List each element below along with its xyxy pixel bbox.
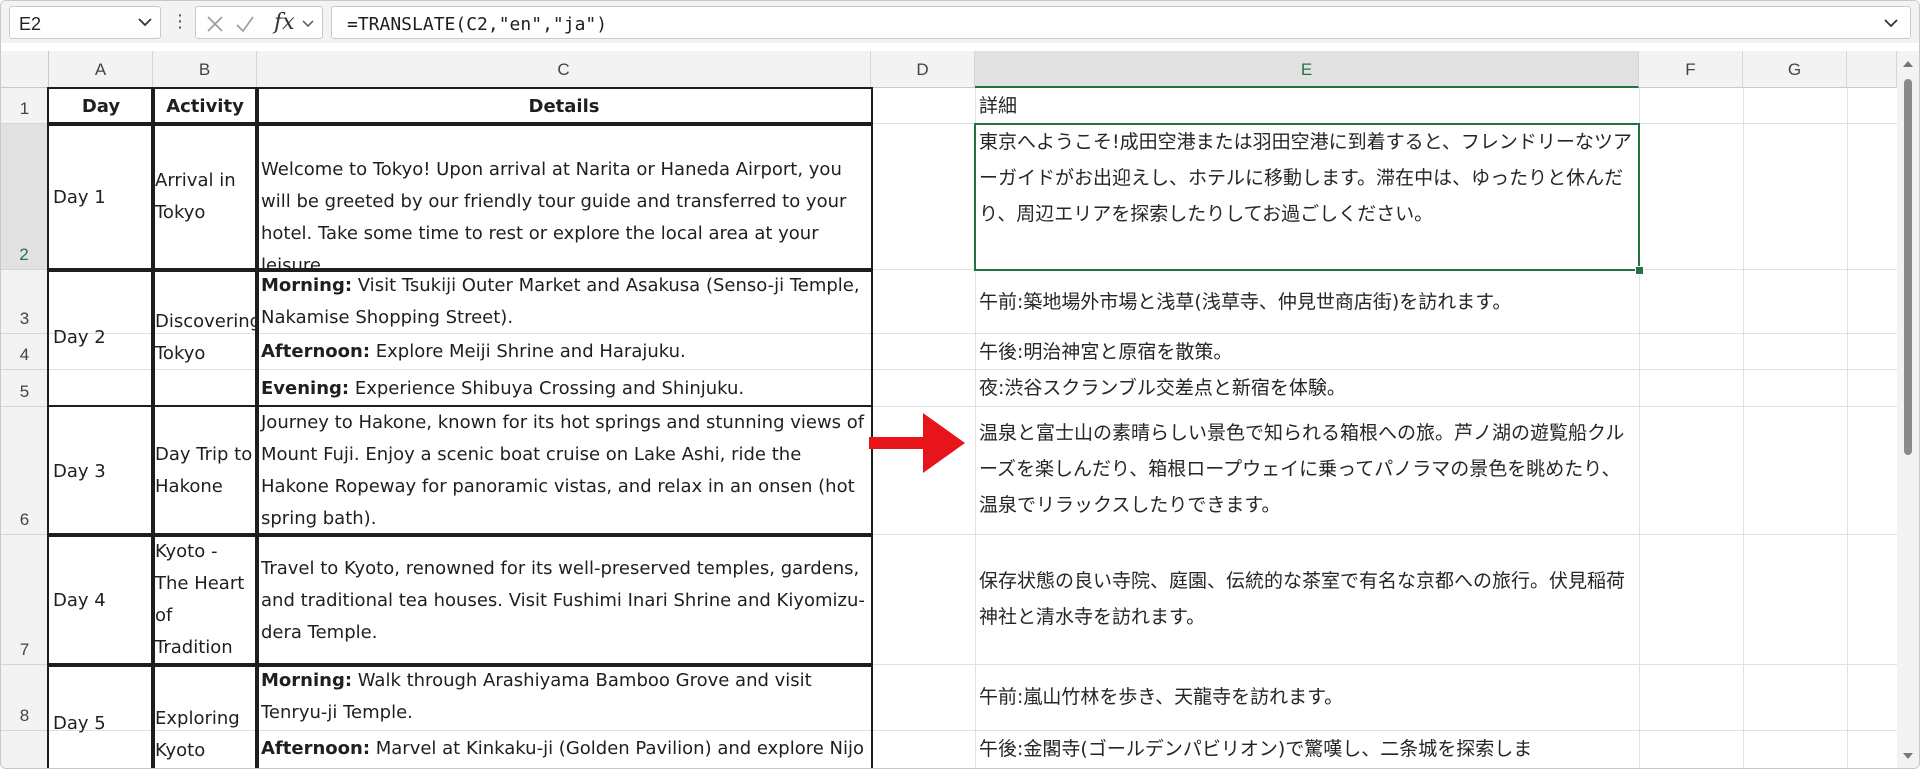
cell-e5[interactable]: 夜:渋谷スクランブル交差点と新宿を体験。	[975, 370, 1639, 407]
row-header-6[interactable]: 6	[1, 407, 49, 535]
column-header-h[interactable]	[1847, 51, 1897, 88]
name-box[interactable]: E2	[9, 6, 161, 39]
cancel-icon[interactable]	[204, 13, 226, 35]
select-all-corner[interactable]	[1, 51, 49, 88]
row-header-8[interactable]: 8	[1, 665, 49, 731]
day5-afternoon-label: Afternoon:	[261, 738, 371, 759]
day2-evening-text: Experience Shibuya Crossing and Shinjuku…	[349, 378, 745, 399]
row-header-1[interactable]: 1	[1, 88, 49, 124]
chevron-down-icon[interactable]	[300, 15, 316, 31]
column-header-f[interactable]: F	[1639, 51, 1743, 88]
red-arrow-icon	[869, 413, 965, 473]
day1-day[interactable]: Day 1	[47, 122, 155, 272]
scrollbar-thumb[interactable]	[1904, 79, 1912, 455]
header-details[interactable]: Details	[255, 87, 873, 126]
column-header-a[interactable]: A	[49, 51, 153, 88]
selection-outline	[974, 123, 1640, 271]
name-box-value: E2	[19, 14, 42, 34]
row-header-2[interactable]: 2	[1, 124, 49, 270]
day3-details[interactable]: Journey to Hakone, known for its hot spr…	[255, 405, 873, 537]
day5-morning-label: Morning:	[261, 670, 353, 691]
vertical-scrollbar[interactable]	[1897, 51, 1919, 768]
row-header-4[interactable]: 4	[1, 334, 49, 370]
cell-e7[interactable]: 保存状態の良い寺院、庭園、伝統的な茶室で有名な京都への旅行。伏見稲荷神社と清水寺…	[975, 535, 1639, 665]
header-activity[interactable]: Activity	[151, 87, 259, 126]
day4-details[interactable]: Travel to Kyoto, renowned for its well-p…	[255, 533, 873, 667]
day2-afternoon-text: Explore Meiji Shrine and Harajuku.	[370, 341, 686, 362]
row-header-7[interactable]: 7	[1, 535, 49, 665]
insert-function-icon[interactable]: fx	[274, 10, 295, 35]
row-header-9[interactable]	[1, 731, 49, 768]
fill-handle[interactable]	[1635, 266, 1644, 275]
cell-e9[interactable]: 午後:金閣寺(ゴールデンパビリオン)で驚嘆し、二条城を探索しま	[975, 731, 1639, 768]
column-header-e[interactable]: E	[975, 51, 1639, 88]
formula-input[interactable]: =TRANSLATE(C2,"en","ja")	[331, 6, 1911, 39]
spreadsheet-window: E2 ⋮ fx =TRANSLATE(C2,"en","ja") A B C D…	[0, 0, 1920, 769]
formula-text: =TRANSLATE(C2,"en","ja")	[347, 14, 608, 35]
day1-activity[interactable]: Arrival in Tokyo	[151, 122, 259, 272]
column-header-b[interactable]: B	[153, 51, 257, 88]
cell-e1[interactable]: 詳細	[975, 88, 1639, 124]
day1-details[interactable]: Welcome to Tokyo! Upon arrival at Narita…	[255, 122, 873, 272]
scroll-down-icon[interactable]	[1902, 751, 1914, 761]
formula-bar-area: E2 ⋮ fx =TRANSLATE(C2,"en","ja")	[1, 1, 1919, 43]
day5-afternoon-text: Marvel at Kinkaku-ji (Golden Pavilion) a…	[370, 738, 865, 759]
gridline	[1743, 88, 1744, 768]
day2-day[interactable]: Day 2	[47, 268, 155, 407]
column-header-g[interactable]: G	[1743, 51, 1847, 88]
column-header-c[interactable]: C	[257, 51, 871, 88]
row-header-3[interactable]: 3	[1, 270, 49, 334]
day2-evening-label: Evening:	[261, 378, 350, 399]
day3-activity[interactable]: Day Trip to Hakone	[151, 405, 259, 537]
day3-day[interactable]: Day 3	[47, 405, 155, 537]
cell-e8[interactable]: 午前:嵐山竹林を歩き、天龍寺を訪れます。	[975, 665, 1639, 731]
cell-e6[interactable]: 温泉と富士山の素晴らしい景色で知られる箱根への旅。芦ノ湖の遊覧船クルーズを楽しん…	[975, 407, 1639, 535]
day2-details[interactable]: Morning: Visit Tsukiji Outer Market and …	[255, 268, 873, 407]
day2-morning-label: Morning:	[261, 275, 353, 296]
cell-e4[interactable]: 午後:明治神宮と原宿を散策。	[975, 334, 1639, 370]
day4-day[interactable]: Day 4	[47, 533, 155, 667]
row-header-5[interactable]: 5	[1, 370, 49, 407]
cell-e3[interactable]: 午前:築地場外市場と浅草(浅草寺、仲見世商店街)を訪れます。	[975, 270, 1639, 334]
header-day[interactable]: Day	[47, 87, 155, 126]
day2-afternoon-label: Afternoon:	[261, 341, 371, 362]
more-options-icon[interactable]: ⋮	[171, 11, 189, 33]
scroll-up-icon[interactable]	[1902, 59, 1914, 69]
day5-day[interactable]: Day 5	[47, 663, 155, 768]
day2-activity[interactable]: Discovering Tokyo	[151, 268, 259, 407]
expand-formula-icon[interactable]	[1882, 14, 1900, 32]
day5-details[interactable]: Morning: Walk through Arashiyama Bamboo …	[255, 663, 873, 768]
formula-controls: fx	[195, 6, 323, 39]
day5-activity[interactable]: Exploring Kyoto	[151, 663, 259, 768]
chevron-down-icon[interactable]	[136, 13, 154, 31]
day4-activity[interactable]: Kyoto - The Heart of Tradition	[151, 533, 259, 667]
gridline	[1847, 88, 1848, 768]
column-header-d[interactable]: D	[871, 51, 975, 88]
confirm-icon[interactable]	[234, 13, 256, 35]
